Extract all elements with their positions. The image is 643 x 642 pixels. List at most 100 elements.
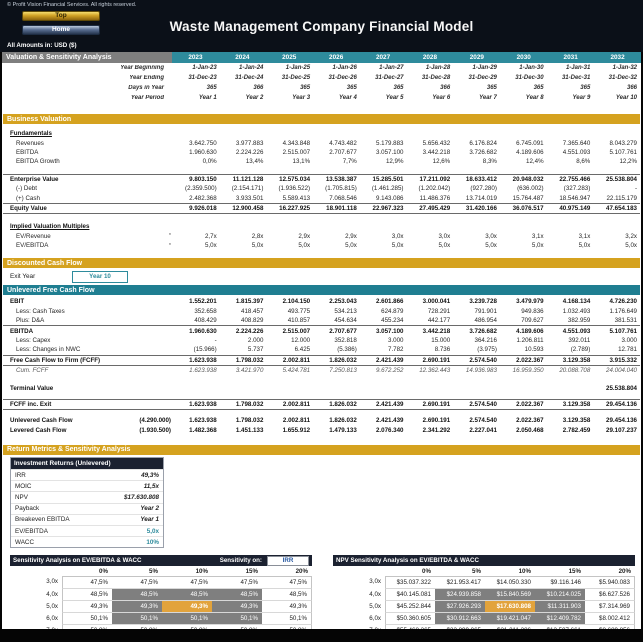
sensitivity-cell[interactable]: $14.050.330 — [485, 576, 535, 589]
row-label[interactable]: Levered Cash Flow(1.930.500) — [3, 427, 173, 434]
sensitivity-cell[interactable]: 47,5% — [62, 576, 112, 589]
cell[interactable]: 18.901.118 — [313, 205, 360, 212]
year-column-header[interactable]: 2029 — [453, 52, 500, 63]
sensitivity-cell[interactable]: 48,5% — [112, 589, 162, 601]
cell[interactable]: 2,9x — [313, 233, 360, 240]
cell[interactable]: (1.202.042) — [407, 185, 454, 192]
row-label[interactable]: Year Ending — [3, 75, 173, 81]
cell[interactable]: 7.782 — [360, 346, 407, 353]
row-label[interactable]: Less: Changes in NWC — [3, 346, 173, 353]
cell[interactable]: 7,7% — [313, 158, 360, 165]
returns-value[interactable]: 5,0x — [147, 528, 159, 535]
row-label[interactable]: Year Beginning — [3, 65, 173, 71]
sensitivity-cell[interactable]: $15.840.569 — [485, 589, 535, 601]
sensitivity-cell[interactable]: 50,1% — [262, 613, 312, 625]
cell[interactable]: 31-Dec-29 — [453, 75, 500, 81]
cell[interactable]: 1-Jan-27 — [360, 65, 407, 71]
cell[interactable]: (15.966) — [173, 346, 220, 353]
cell[interactable]: 6.176.824 — [453, 140, 500, 147]
sensitivity-cell[interactable]: 50,8% — [262, 625, 312, 629]
cell[interactable]: Year 7 — [453, 95, 500, 101]
cell[interactable]: 5,0x — [266, 242, 313, 249]
cell[interactable]: 7.068.546 — [313, 195, 360, 202]
sensitivity-cell[interactable]: $50.360.605 — [385, 613, 435, 625]
cell[interactable]: 18.633.412 — [453, 176, 500, 183]
cell[interactable]: 1.623.938 — [173, 357, 220, 364]
cell[interactable]: 3.915.332 — [593, 357, 640, 364]
cell[interactable]: 10.593 — [500, 346, 547, 353]
cell[interactable]: (2.789) — [547, 346, 594, 353]
cell[interactable]: Year 10 — [593, 95, 640, 101]
cell[interactable]: 13,1% — [266, 158, 313, 165]
year-column-header[interactable]: 2024 — [219, 52, 266, 63]
cell[interactable]: 1.826.032 — [313, 401, 360, 408]
row-label[interactable]: EBITDA — [3, 328, 173, 335]
cell[interactable]: 408.429 — [173, 317, 220, 324]
cell[interactable]: 11.486.376 — [407, 195, 454, 202]
cell[interactable]: 7.365.640 — [547, 140, 594, 147]
cell[interactable]: 47.654.183 — [593, 205, 640, 212]
cell[interactable]: 5.107.761 — [593, 149, 640, 156]
cell[interactable]: 1-Jan-32 — [593, 65, 640, 71]
cell[interactable]: (1.936.522) — [266, 185, 313, 192]
cell[interactable]: 31-Dec-30 — [500, 75, 547, 81]
year-column-header[interactable]: 2031 — [547, 52, 594, 63]
cell[interactable]: 2.515.007 — [266, 328, 313, 335]
cell[interactable]: 3.000.041 — [407, 298, 454, 305]
cell[interactable]: 22.115.179 — [593, 195, 640, 202]
cell[interactable]: 31-Dec-24 — [220, 75, 267, 81]
cell[interactable]: (2.359.500) — [173, 185, 220, 192]
cell[interactable]: 6.425 — [266, 346, 313, 353]
cell[interactable]: 1.826.032 — [313, 417, 360, 424]
cell[interactable]: 12.900.458 — [220, 205, 267, 212]
sensitivity-cell[interactable]: $27.926.293 — [435, 601, 485, 613]
cell[interactable]: 8,3% — [453, 158, 500, 165]
cell[interactable]: 24.004.040 — [593, 367, 640, 374]
cell[interactable]: 1-Jan-24 — [220, 65, 267, 71]
cell[interactable]: 2.224.226 — [220, 149, 267, 156]
sensitivity-cell[interactable]: $21.211.286 — [485, 625, 535, 629]
cell[interactable]: 486.954 — [453, 317, 500, 324]
cell[interactable]: 31-Dec-32 — [593, 75, 640, 81]
year-column-header[interactable]: 2027 — [360, 52, 407, 63]
cell[interactable]: 4.551.093 — [547, 328, 594, 335]
cell[interactable]: 1.960.630 — [173, 149, 220, 156]
cell[interactable]: 2.515.007 — [266, 149, 313, 156]
sensitivity-cell[interactable]: $11.311.903 — [535, 601, 585, 613]
sensitivity-metric-box[interactable]: IRR — [267, 556, 309, 566]
cell[interactable]: 3.129.358 — [547, 357, 594, 364]
cell[interactable]: 2.707.677 — [313, 328, 360, 335]
row-label[interactable]: Days in Year — [3, 85, 173, 91]
cell[interactable]: 1-Jan-31 — [547, 65, 594, 71]
cell[interactable]: 5,0x — [173, 242, 220, 249]
sensitivity-cell[interactable]: 49,3% — [162, 601, 212, 613]
cell[interactable]: 13,4% — [220, 158, 267, 165]
cell[interactable]: 2.782.459 — [547, 427, 594, 434]
cell[interactable]: 709.627 — [500, 317, 547, 324]
sensitivity-cell[interactable]: 47,5% — [212, 576, 262, 589]
cell[interactable]: 366 — [220, 85, 267, 91]
cell[interactable]: 13.538.387 — [313, 176, 360, 183]
cell[interactable]: 3.726.682 — [453, 149, 500, 156]
cell[interactable]: 1.798.032 — [220, 401, 267, 408]
cell[interactable]: 2.002.811 — [266, 401, 313, 408]
cell[interactable]: 3.000 — [593, 337, 640, 344]
sensitivity-cell[interactable]: $33.899.065 — [435, 625, 485, 629]
row-label[interactable]: EBIT — [3, 298, 173, 305]
cell[interactable]: 2.574.540 — [453, 417, 500, 424]
cell[interactable]: 3.057.100 — [360, 328, 407, 335]
cell[interactable]: 3.726.682 — [453, 328, 500, 335]
cell[interactable]: 949.836 — [500, 308, 547, 315]
cell[interactable]: 365 — [547, 85, 594, 91]
sensitivity-cell[interactable]: 50,8% — [212, 625, 262, 629]
cell[interactable]: 31-Dec-28 — [407, 75, 454, 81]
cell[interactable]: 2.227.041 — [453, 427, 500, 434]
row-label[interactable]: Plus: D&A — [3, 317, 173, 324]
year-column-header[interactable]: 2025 — [266, 52, 313, 63]
cell-initial[interactable]: (1.930.500) — [139, 427, 173, 434]
cell[interactable]: 1.623.938 — [173, 417, 220, 424]
row-label[interactable]: FCFF inc. Exit — [3, 401, 173, 408]
cell[interactable]: 2.076.340 — [360, 427, 407, 434]
cell[interactable]: Year 8 — [500, 95, 547, 101]
cell[interactable]: 3.421.970 — [220, 367, 267, 374]
